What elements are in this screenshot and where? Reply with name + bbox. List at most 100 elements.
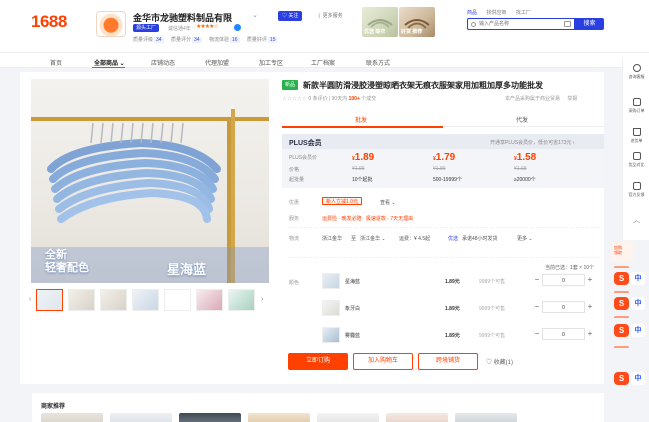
plus-open-link[interactable]: 开通享PLUS会员价，低价可省173元 › <box>490 139 574 146</box>
coupon-tag[interactable]: 新人立减1.0元 <box>322 197 362 205</box>
tier-plus-price: ¥1.89 <box>352 152 375 163</box>
cross-border-button[interactable]: 跨境铺货 <box>418 353 478 370</box>
search-tab-factories[interactable]: 找工厂 <box>516 10 531 16</box>
quantity-input[interactable]: 0 <box>542 328 585 340</box>
sidebar-orders[interactable]: 采购订单 <box>623 98 649 113</box>
header-promo-thumb[interactable]: 优选 晾衣 <box>362 7 398 37</box>
ime-s-icon[interactable]: S <box>614 324 629 337</box>
thumbnail[interactable] <box>100 289 127 311</box>
plus-button[interactable]: + <box>585 275 595 284</box>
service-items: 运费险 · 晚发必赔 · 极速退款 · 7天无理由 <box>322 216 414 222</box>
search-tab-products[interactable]: 商品 <box>467 10 477 16</box>
thumbnail[interactable] <box>164 289 191 311</box>
ship-to-select[interactable]: 浙江金华 ⌄ <box>360 235 386 242</box>
tier-plus-price: ¥1.58 <box>514 152 537 163</box>
back-to-top[interactable]: ︿ <box>623 217 649 224</box>
ime-zh-icon[interactable]: 中 <box>631 324 645 337</box>
search-tab-suppliers[interactable]: 找供应商 <box>486 10 506 16</box>
minus-button[interactable]: − <box>532 329 542 338</box>
ime-zh-icon[interactable]: 中 <box>631 297 645 310</box>
header-promo-thumb[interactable]: 好货 推荐 <box>399 7 435 37</box>
nav-all-products[interactable]: 全部商品 ⌄ <box>94 58 125 67</box>
thumbnail[interactable] <box>228 289 255 311</box>
ime-s-icon[interactable]: S <box>614 372 629 385</box>
logistics-more[interactable]: 更多 ⌄ <box>517 235 533 242</box>
service-label: 服务 <box>289 216 300 222</box>
search-button[interactable]: 搜索 <box>575 18 604 30</box>
shop-badge: 源头工厂 <box>133 24 160 32</box>
sidebar-cart[interactable]: 进货单 <box>623 128 649 143</box>
recommend-item[interactable] <box>317 413 379 422</box>
tab-wholesale[interactable]: 批发 <box>355 115 367 124</box>
sku-thumb[interactable] <box>322 327 340 343</box>
quantity-input[interactable]: 0 <box>542 274 585 286</box>
nav-processing[interactable]: 加工专区 <box>259 58 283 67</box>
ime-zh-icon[interactable]: 中 <box>631 372 645 385</box>
site-logo[interactable]: 1688 <box>31 12 67 32</box>
quantity-input[interactable]: 0 <box>542 301 585 313</box>
sidebar-customer-service[interactable]: 咨询客服 <box>623 64 649 79</box>
plus-button[interactable]: + <box>585 329 595 338</box>
minus-button[interactable]: − <box>532 275 542 284</box>
divider <box>289 227 599 228</box>
ship-from: 浙江金华 <box>322 236 343 242</box>
ime-s-icon[interactable]: S <box>614 272 629 285</box>
chevron-right-icon[interactable]: › <box>261 296 263 303</box>
tab-dropship[interactable]: 代发 <box>516 115 528 124</box>
ime-zh-icon[interactable]: 中 <box>631 272 645 285</box>
recommend-item[interactable] <box>248 413 310 422</box>
nav-agency[interactable]: 代理加盟 <box>205 58 229 67</box>
nav-contact[interactable]: 联系方式 <box>366 58 390 67</box>
shop-metric: 质量好评 15 <box>246 37 278 43</box>
nav-factory-profile[interactable]: 工厂档案 <box>311 58 335 67</box>
recommend-item[interactable] <box>110 413 172 422</box>
report-link[interactable]: 举报 <box>567 96 577 102</box>
recommend-item[interactable] <box>386 413 448 422</box>
thumbnail[interactable] <box>36 289 63 311</box>
review-count[interactable]: 0 条评价 <box>308 96 327 102</box>
thumbnail[interactable] <box>196 289 223 311</box>
recommend-item[interactable] <box>455 413 517 422</box>
camera-icon[interactable] <box>564 21 571 27</box>
nav-shop-updates[interactable]: 店铺动态 <box>151 58 175 67</box>
shop-metric: 物流体验 16 <box>208 37 240 43</box>
add-to-cart-button[interactable]: 加入购物车 <box>353 353 413 370</box>
ime-s-icon[interactable]: S <box>614 297 629 310</box>
recommend-item[interactable] <box>41 413 103 422</box>
thumbnail[interactable] <box>68 289 95 311</box>
rating-stars: ☆☆☆☆☆ <box>282 96 308 102</box>
sidebar-compare[interactable]: 货品对比 <box>623 152 649 167</box>
minus-button[interactable]: − <box>532 302 542 311</box>
plus-header: PLUS会员 开通享PLUS会员价，低价可省173元 › <box>282 134 604 149</box>
shop-logo[interactable] <box>96 11 126 37</box>
sales-value: 100+ <box>348 96 360 102</box>
quantity-stepper: − 0 + <box>532 328 595 340</box>
sku-thumb[interactable] <box>322 300 340 316</box>
follow-shop-button[interactable]: ♡ 关注 <box>278 11 303 21</box>
cart-icon <box>632 128 641 136</box>
order-now-button[interactable]: 立即订购 <box>288 353 348 370</box>
favorite-button[interactable]: ♡ 收藏(1) <box>486 357 513 366</box>
plus-button[interactable]: + <box>585 302 595 311</box>
chat-icon <box>632 64 641 72</box>
more-services-button[interactable]: ❘ 更多服务 <box>313 11 347 21</box>
express-tag: 优选 <box>448 236 459 242</box>
chevron-down-icon[interactable]: ⌄ <box>252 11 258 19</box>
sidebar-feedback[interactable]: 官方反馈 <box>623 182 649 197</box>
float-promo[interactable]: 加购 领取 <box>611 242 633 262</box>
product-main-image[interactable]: 全新 轻奢配色 星海蓝 <box>31 79 269 283</box>
chevron-left-icon[interactable]: ‹ <box>29 296 31 303</box>
tier-orig-price: ¥1.89 <box>433 166 446 172</box>
quantity-stepper: − 0 + <box>532 301 595 313</box>
chevron-up-icon: ︿ <box>633 217 640 224</box>
sku-thumb[interactable] <box>322 273 340 289</box>
nav-home[interactable]: 首页 <box>50 58 62 67</box>
shop-metric: 质量评级 34 <box>133 37 164 43</box>
search-input[interactable] <box>479 19 559 29</box>
logistics-label: 物流 <box>289 236 300 242</box>
sales-period: 90天内 <box>331 96 348 102</box>
tier-orig-price: ¥1.99 <box>352 166 365 172</box>
thumbnail[interactable] <box>132 289 159 311</box>
coupon-more[interactable]: 查看 ⌄ <box>380 199 396 206</box>
recommend-item[interactable] <box>179 413 241 422</box>
